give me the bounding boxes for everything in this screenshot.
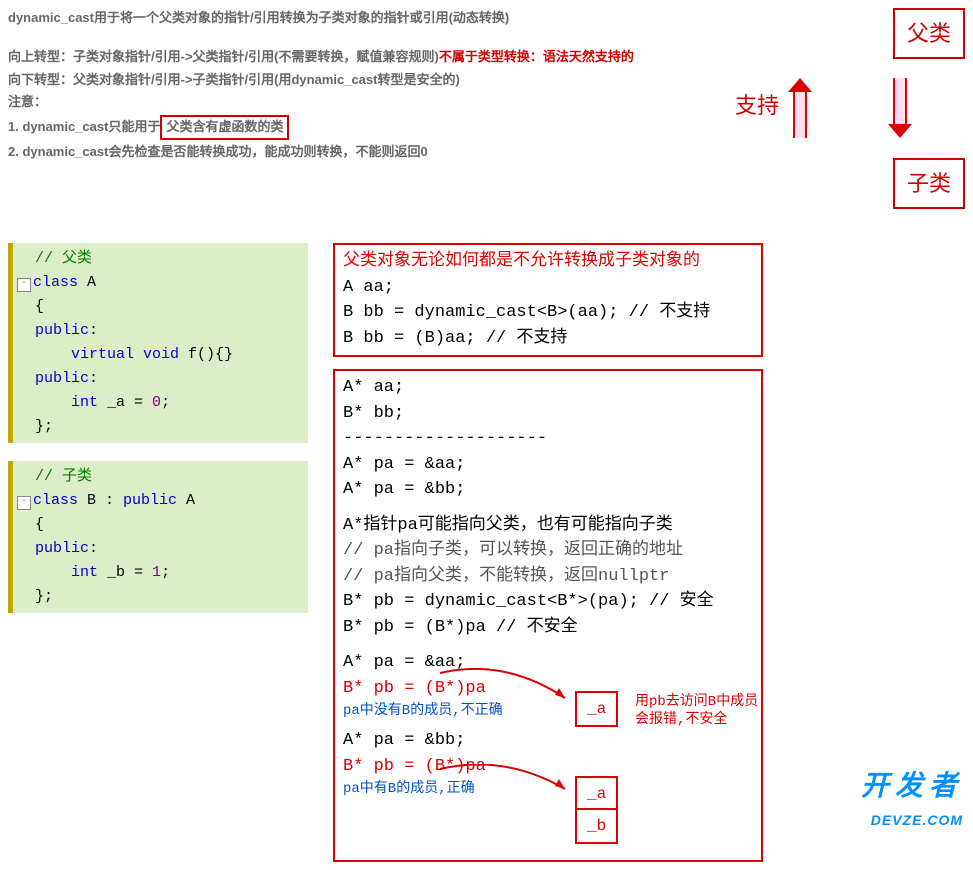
code-block-class-b: // 子类 -class B : public A { public: int … bbox=[8, 461, 308, 613]
red-note-box-1: 父类对象无论如何都是不允许转换成子类对象的 A aa; B bb = dynam… bbox=[333, 243, 763, 357]
arrow-down-icon bbox=[890, 78, 908, 138]
cast-diagram: 父类 子类 支持 bbox=[735, 8, 965, 198]
text-line: 注意： bbox=[8, 92, 728, 113]
child-box: 子类 bbox=[893, 158, 965, 209]
parent-box: 父类 bbox=[893, 8, 965, 59]
collapse-icon[interactable]: - bbox=[17, 278, 31, 292]
text-line: 向下转型：父类对象指针/引用->子类指针/引用(用dynamic_cast转型是… bbox=[8, 70, 728, 91]
arrow-up-icon bbox=[790, 78, 808, 138]
text-line: 2. dynamic_cast会先检查是否能转换成功，能成功则转换，不能则返回0 bbox=[8, 142, 728, 163]
collapse-icon[interactable]: - bbox=[17, 496, 31, 510]
watermark: 开发者 DEVZE.COM bbox=[861, 764, 963, 831]
member-box-a: _a bbox=[575, 691, 618, 727]
doc-title: dynamic_cast用于将一个父类对象的指针/引用转换为子类对象的指针或引用… bbox=[8, 8, 728, 29]
text-line: 1. dynamic_cast只能用于父类含有虚函数的类 bbox=[8, 115, 728, 140]
highlighted-box: 父类含有虚函数的类 bbox=[160, 115, 289, 140]
text-line: 向上转型：子类对象指针/引用->父类指针/引用(不需要转换，赋值兼容规则)不属于… bbox=[8, 47, 728, 68]
code-block-class-a: // 父类 -class A { public: virtual void f(… bbox=[8, 243, 308, 443]
annotation-error: 用pb去访问B中成员 会报错,不安全 bbox=[635, 693, 758, 729]
member-box-a2: _a bbox=[575, 776, 618, 812]
support-label: 支持 bbox=[735, 88, 779, 123]
red-explain-box: A* aa; B* bb; -------------------- A* pa… bbox=[333, 369, 763, 862]
